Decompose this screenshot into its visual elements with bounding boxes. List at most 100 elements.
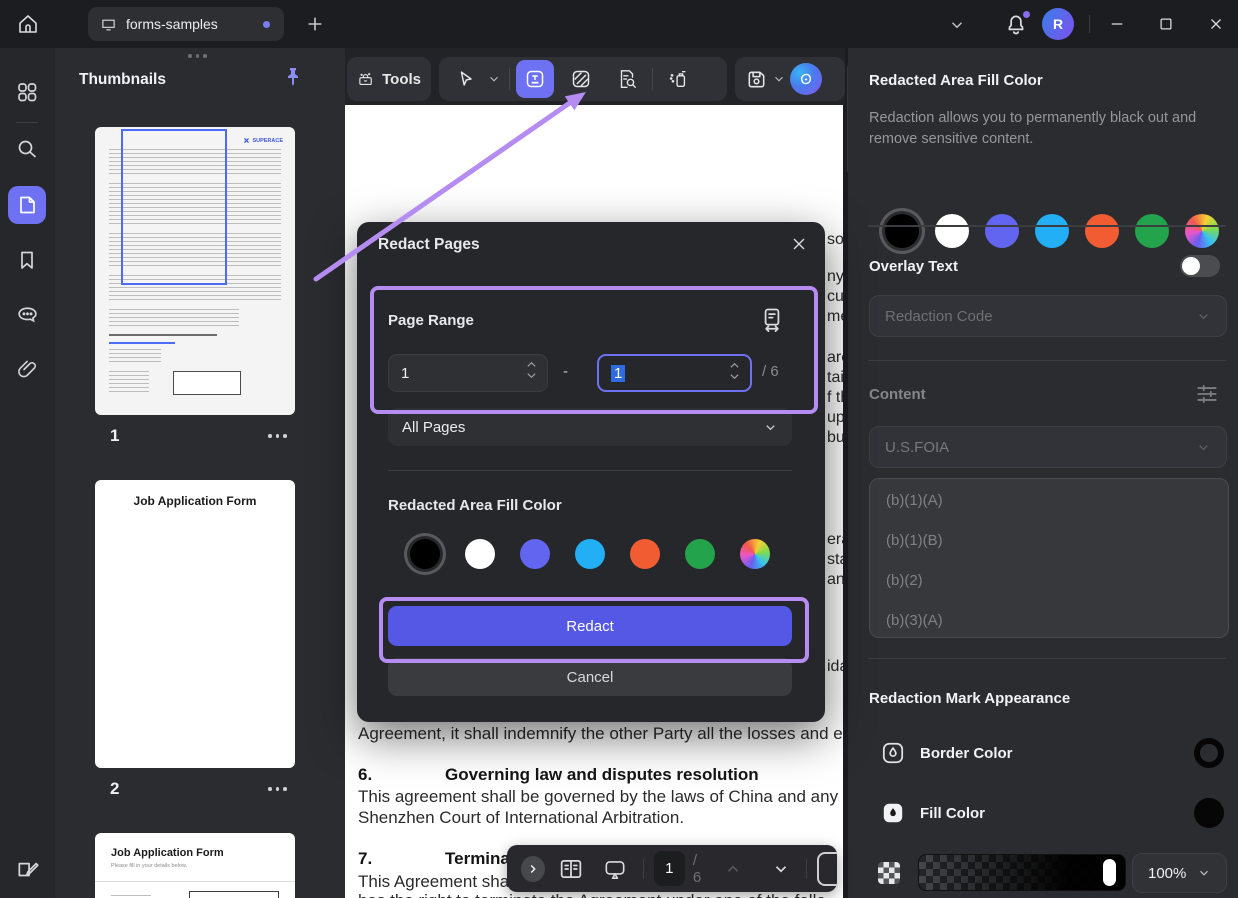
swatch-green[interactable] [685, 539, 715, 569]
redact-pages-tool-button[interactable] [562, 60, 600, 98]
code-entry[interactable]: (b)(3)(A) [886, 612, 943, 629]
code-entry[interactable]: (b)(1)(B) [886, 532, 943, 549]
sidebar-item-thumbnails[interactable] [8, 186, 46, 224]
page-range-to-input[interactable]: 1 [597, 354, 752, 392]
doc-line: This agreement shall be governed by the … [358, 787, 843, 807]
panel-drag-handle[interactable] [188, 54, 207, 58]
search-and-redact-icon[interactable] [608, 60, 646, 98]
swatch-black[interactable] [885, 214, 919, 248]
page-range-label: Page Range [388, 312, 474, 329]
fill-sign-icon[interactable] [15, 856, 39, 880]
thumbnail-page-3[interactable]: Job Application Form Please fill in your… [95, 833, 295, 898]
redaction-code-select[interactable]: Redaction Code [869, 295, 1227, 337]
page-range-from-input[interactable]: 1 [388, 354, 548, 392]
opacity-percent-select[interactable]: 100% [1132, 853, 1227, 893]
doc-text-fragment: cum [827, 288, 843, 306]
fill-color-swatch[interactable] [1194, 798, 1224, 828]
code-entry[interactable]: (b)(2) [886, 572, 923, 589]
overlay-text-toggle[interactable] [1180, 255, 1220, 277]
code-set-select[interactable]: U.S.FOIA [869, 426, 1227, 468]
thumbnails-panel-title: Thumbnails [79, 71, 166, 89]
two-page-view-icon[interactable] [557, 855, 585, 883]
tools-button[interactable]: Tools [347, 57, 431, 101]
thumb3-form-field [189, 891, 279, 898]
document-tab[interactable]: forms-samples [88, 7, 284, 41]
current-page-input[interactable]: 1 [654, 851, 685, 886]
home-icon[interactable] [16, 12, 40, 36]
presentation-mode-icon[interactable] [601, 856, 629, 882]
dialog-close-icon[interactable] [789, 234, 809, 254]
toolbar-group-redaction [439, 57, 727, 101]
search-icon[interactable] [15, 137, 39, 161]
thumbnails-panel: Thumbnails SUPERACE 1 Job Applica [55, 48, 345, 898]
thumb3-divider [95, 881, 295, 882]
range-separator: - [563, 363, 568, 380]
save-icon[interactable] [745, 68, 768, 91]
page-navigation-bar: 1 / 6 [507, 845, 837, 892]
to-spinner[interactable] [729, 361, 740, 381]
swatch-custom-rainbow[interactable] [1185, 214, 1219, 248]
current-page-value: 1 [665, 860, 673, 877]
pin-panel-icon[interactable] [281, 65, 305, 89]
redact-button[interactable]: Redact [388, 606, 792, 646]
from-spinner[interactable] [526, 360, 537, 380]
page-range-icon[interactable] [758, 306, 786, 334]
cursor-chevron-down-icon[interactable] [487, 72, 501, 86]
expand-nav-icon[interactable] [521, 856, 545, 882]
attachment-paperclip-icon[interactable] [15, 357, 39, 381]
swatch-green[interactable] [1135, 214, 1169, 248]
page-range-scope-select[interactable]: All Pages [388, 408, 792, 446]
thumb2-number: 2 [110, 779, 119, 799]
zoom-control-partial[interactable] [817, 852, 837, 886]
thumbnail-page-2[interactable]: Job Application Form [95, 480, 295, 768]
modal-color-swatches [410, 539, 770, 569]
doc-text-fragment: stat [827, 551, 843, 569]
swatch-blue[interactable] [575, 539, 605, 569]
code-entry[interactable]: (b)(1)(A) [886, 492, 943, 509]
toolbar-group-save-ai [735, 57, 845, 101]
bookmark-icon[interactable] [15, 248, 39, 272]
avatar[interactable]: R [1042, 8, 1074, 40]
swatch-blue[interactable] [1035, 214, 1069, 248]
save-chevron-down-icon[interactable] [772, 72, 786, 86]
titlebar-chevron-down-icon[interactable] [948, 16, 966, 34]
swatch-black[interactable] [410, 539, 440, 569]
apps-grid-icon[interactable] [15, 80, 39, 104]
sanitize-spray-icon[interactable] [659, 60, 697, 98]
thumb1-email-link-line [109, 342, 175, 344]
swatch-indigo[interactable] [985, 214, 1019, 248]
border-color-swatch[interactable] [1194, 738, 1224, 768]
to-value-selected: 1 [611, 365, 625, 382]
cancel-button[interactable]: Cancel [388, 658, 792, 696]
new-tab-icon[interactable] [304, 13, 326, 35]
swatch-orange[interactable] [1085, 214, 1119, 248]
thumb1-text-block [109, 371, 149, 393]
thumb1-more-icon[interactable] [268, 434, 287, 438]
opacity-slider[interactable] [918, 854, 1126, 891]
next-page-icon[interactable] [772, 860, 790, 878]
swatch-orange[interactable] [630, 539, 660, 569]
nav-separator [643, 859, 644, 879]
comments-icon[interactable] [15, 302, 39, 326]
opacity-slider-handle[interactable] [1103, 859, 1116, 886]
swatch-white[interactable] [935, 214, 969, 248]
content-settings-icon[interactable] [1194, 381, 1220, 407]
thumb3-title: Job Application Form [111, 847, 224, 859]
mark-appearance-title: Redaction Mark Appearance [869, 690, 1070, 707]
minimize-icon[interactable] [1108, 15, 1126, 33]
select-cursor-icon[interactable] [447, 60, 485, 98]
redact-text-tool-button[interactable] [516, 60, 554, 98]
app-window: forms-samples R [0, 0, 1238, 898]
swatch-custom-rainbow[interactable] [740, 539, 770, 569]
thumbnail-page-1[interactable]: SUPERACE [95, 127, 295, 415]
maximize-icon[interactable] [1157, 15, 1175, 33]
ai-assistant-icon[interactable] [790, 63, 822, 95]
thumb2-more-icon[interactable] [268, 787, 287, 791]
tools-label: Tools [382, 71, 421, 88]
unsaved-dot [263, 21, 270, 28]
close-window-icon[interactable] [1207, 15, 1225, 33]
swatch-white[interactable] [465, 539, 495, 569]
code-set-value: U.S.FOIA [885, 439, 949, 456]
swatch-indigo[interactable] [520, 539, 550, 569]
previous-page-icon[interactable] [724, 860, 742, 878]
